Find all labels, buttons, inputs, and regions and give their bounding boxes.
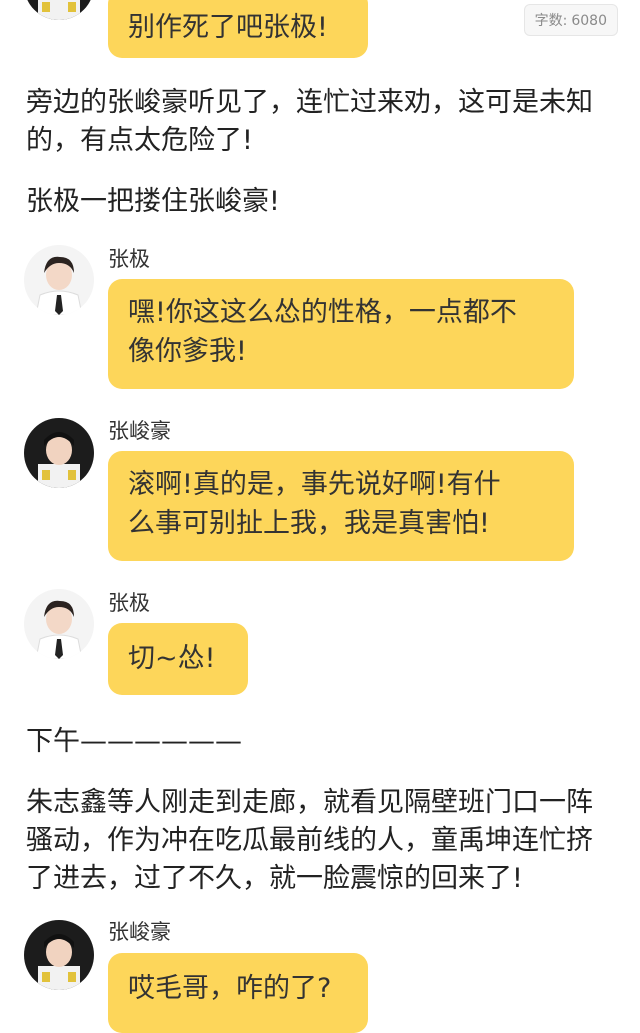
- narrative-line: 朱志鑫等人刚走到走廊，就看见隔壁班门口一阵: [26, 787, 593, 818]
- avatar-zhangji[interactable]: [24, 245, 94, 315]
- word-count-badge: 字数: 6080: [523, 4, 618, 36]
- narrative-line: 下午——————: [26, 726, 242, 757]
- message-bubble: 别作死了吧张极!: [108, 0, 368, 58]
- avatar-zhangjunhao[interactable]: [24, 920, 94, 990]
- avatar-image: [24, 0, 94, 20]
- message-line: 么事可别扯上我，我是真害怕!: [128, 508, 490, 539]
- sender-name: 张峻豪: [108, 419, 171, 443]
- message-bubble: 哎毛哥，咋的了?: [108, 953, 368, 1033]
- narrative-paragraph: 下午——————: [26, 723, 242, 761]
- message-line: 哎毛哥，咋的了?: [128, 973, 332, 1004]
- sender-name: 张极: [108, 591, 150, 615]
- avatar-image: [24, 589, 94, 659]
- avatar-image: [24, 418, 94, 488]
- narrative-line: 的，有点太危险了!: [26, 125, 253, 156]
- avatar-image: [24, 920, 94, 990]
- message-line: 滚啊!真的是，事先说好啊!有什: [128, 469, 501, 500]
- narrative-paragraph: 张极一把搂住张峻豪!: [26, 183, 280, 221]
- message-line: 像你爹我!: [128, 336, 247, 367]
- avatar-image: [24, 245, 94, 315]
- message-line: 嘿!你这这么怂的性格，一点都不: [128, 297, 517, 328]
- sender-name: 张峻豪: [108, 920, 171, 944]
- avatar-zhangjunhao[interactable]: [24, 0, 94, 20]
- message-bubble: 嘿!你这这么怂的性格，一点都不 像你爹我!: [108, 279, 574, 389]
- chat-story-page: 别作死了吧张极! 字数: 6080 旁边的张峻豪听见了，连忙过来劝，这可是未知 的…: [0, 0, 640, 1033]
- avatar-zhangjunhao[interactable]: [24, 418, 94, 488]
- message-bubble: 滚啊!真的是，事先说好啊!有什 么事可别扯上我，我是真害怕!: [108, 451, 574, 561]
- narrative-line: 骚动，作为冲在吃瓜最前线的人，童禹坤连忙挤: [26, 825, 593, 856]
- word-count-value: 6080: [571, 13, 607, 29]
- narrative-line: 张极一把搂住张峻豪!: [26, 186, 280, 217]
- avatar-zhangji[interactable]: [24, 589, 94, 659]
- narrative-paragraph: 旁边的张峻豪听见了，连忙过来劝，这可是未知 的，有点太危险了!: [26, 84, 593, 160]
- message-line: 切~怂!: [128, 643, 216, 674]
- narrative-line: 了进去，过了不久，就一脸震惊的回来了!: [26, 863, 523, 894]
- message-text: 别作死了吧张极!: [128, 12, 328, 43]
- message-bubble: 切~怂!: [108, 623, 248, 695]
- narrative-paragraph: 朱志鑫等人刚走到走廊，就看见隔壁班门口一阵 骚动，作为冲在吃瓜最前线的人，童禹坤…: [26, 784, 593, 898]
- narrative-line: 旁边的张峻豪听见了，连忙过来劝，这可是未知: [26, 87, 593, 118]
- word-count-label: 字数:: [534, 13, 568, 29]
- sender-name: 张极: [108, 247, 150, 271]
